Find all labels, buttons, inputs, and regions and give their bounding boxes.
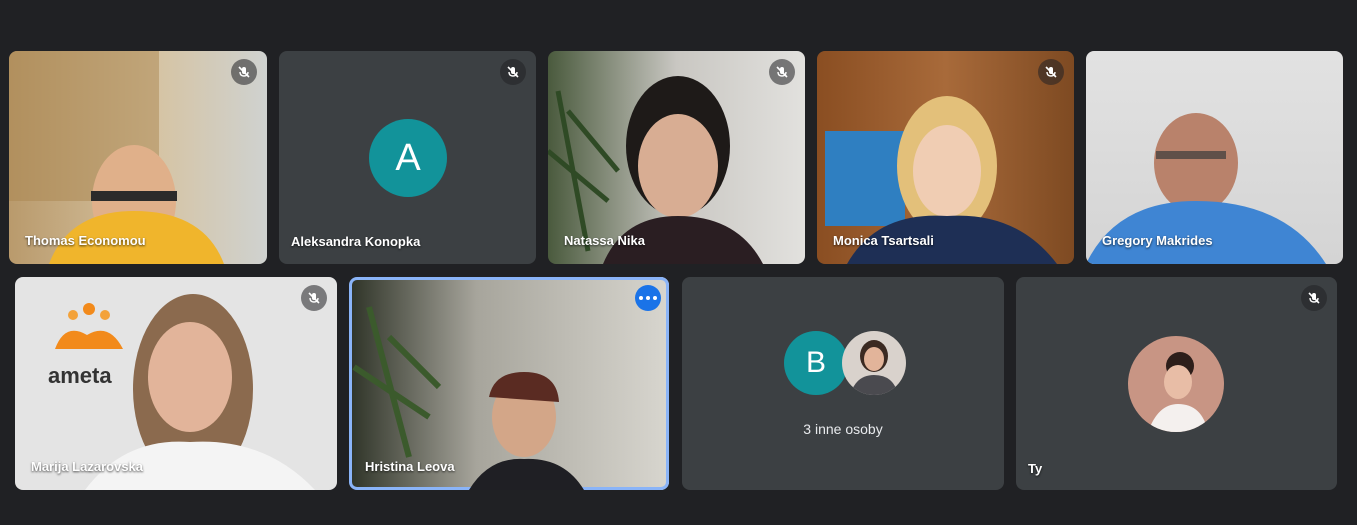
avatar: B xyxy=(784,331,848,395)
participant-name: Gregory Makrides xyxy=(1102,233,1213,248)
mic-off-icon xyxy=(1301,285,1327,311)
participant-name: Hristina Leova xyxy=(365,459,455,474)
participant-name: Monica Tsartsali xyxy=(833,233,934,248)
participant-tile-others[interactable]: B 3 inne osoby xyxy=(682,277,1004,490)
avatar xyxy=(842,331,906,395)
participant-name: Aleksandra Konopka xyxy=(291,234,421,249)
participant-tile-self[interactable]: Ty xyxy=(1016,277,1337,490)
participant-name: Natassa Nika xyxy=(564,233,645,248)
avatar xyxy=(1128,336,1224,432)
participant-tile-monica[interactable]: Monica Tsartsali xyxy=(817,51,1074,264)
participant-tile-marija[interactable]: ameta Marija Lazarovska xyxy=(15,277,337,490)
mic-off-icon xyxy=(301,285,327,311)
more-options-button[interactable] xyxy=(635,285,661,311)
participant-tile-hristina[interactable]: Hristina Leova xyxy=(349,277,669,490)
participant-name: Marija Lazarovska xyxy=(31,459,144,474)
avatar: A xyxy=(369,119,447,197)
participant-tile-aleksandra[interactable]: A Aleksandra Konopka xyxy=(279,51,536,264)
participant-name: Thomas Economou xyxy=(25,233,146,248)
participant-tile-thomas[interactable]: Thomas Economou xyxy=(9,51,267,264)
mic-off-icon xyxy=(769,59,795,85)
mic-off-icon xyxy=(1038,59,1064,85)
participant-tile-gregory[interactable]: Gregory Makrides xyxy=(1086,51,1343,264)
more-options-icon xyxy=(639,296,643,300)
participant-name: Ty xyxy=(1028,461,1043,476)
other-participants-label: 3 inne osoby xyxy=(803,421,883,437)
mic-off-icon xyxy=(231,59,257,85)
participant-tile-natassa[interactable]: Natassa Nika xyxy=(548,51,805,264)
mic-off-icon xyxy=(500,59,526,85)
